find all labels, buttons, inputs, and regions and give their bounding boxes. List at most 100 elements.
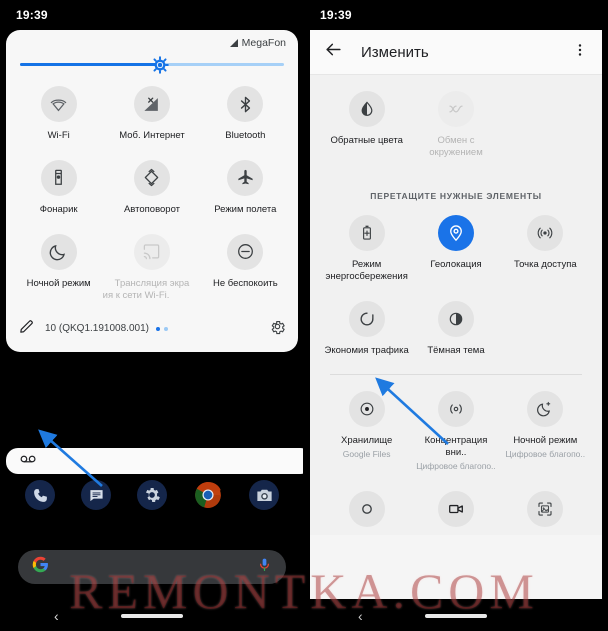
- edit-tiles-panel: Изменить Обратные цвета Обмен с окружени…: [310, 30, 602, 599]
- cast-label-line2: ия к сети Wi-Fi.: [102, 289, 170, 301]
- home-pill[interactable]: [121, 614, 183, 618]
- qs-tile-airplane-mode[interactable]: Режим полета: [199, 154, 292, 224]
- left-navigation-bar: ‹: [0, 601, 304, 631]
- chrome-app[interactable]: [193, 480, 223, 510]
- edit-tile-invert-colors[interactable]: Обратные цвета: [322, 85, 411, 167]
- qs-tile-mobile-data[interactable]: Моб. Интернет: [105, 80, 198, 150]
- microphone-icon[interactable]: [257, 557, 272, 577]
- edit-tile-screenshot[interactable]: [501, 485, 590, 535]
- settings-app[interactable]: [137, 480, 167, 510]
- build-version-text: 10 (QKQ1.191008.001): [45, 323, 149, 335]
- home-pill[interactable]: [425, 614, 487, 618]
- qs-tile-cast[interactable]: Трансляция экра ия к сети Wi-Fi.: [103, 228, 198, 301]
- carrier-name: MegaFon: [241, 37, 286, 49]
- edit-tile-dark-theme[interactable]: Тёмная тема: [411, 295, 500, 365]
- bedtime-icon: [527, 391, 564, 428]
- do-not-disturb-icon: [227, 233, 264, 270]
- brightness-icon[interactable]: [151, 55, 169, 74]
- qs-tile-label: Bluetooth: [225, 130, 266, 141]
- extra-tile-grid: Хранилище Google Files Концентрация вни.…: [316, 381, 596, 479]
- qs-tile-auto-rotate[interactable]: Автоповорот: [105, 154, 198, 224]
- storage-icon: [348, 391, 385, 428]
- page-indicator-dots: [155, 326, 168, 331]
- overflow-menu-icon[interactable]: [572, 42, 588, 63]
- right-navigation-bar: ‹: [304, 601, 608, 631]
- record-circle-icon: [348, 491, 385, 528]
- drag-section-header: ПЕРЕТАЩИТЕ НУЖНЫЕ ЭЛЕМЕНТЫ: [310, 178, 602, 205]
- quick-settings-sheet: MegaFon Wi-Fi Моб. Интернет Bluetooth Фо…: [6, 30, 298, 352]
- google-search-bar[interactable]: [18, 550, 286, 584]
- pencil-icon[interactable]: [18, 318, 35, 340]
- edit-tile-record[interactable]: [322, 485, 411, 535]
- edit-tile-placeholder2: [501, 295, 590, 365]
- edit-tile-focus-mode[interactable]: Концентрация вни.. Цифровое благопо..: [411, 385, 500, 479]
- qs-tile-bluetooth[interactable]: Bluetooth: [199, 80, 292, 150]
- auto-rotate-icon: [133, 159, 170, 196]
- edit-tile-label: Хранилище: [341, 435, 393, 447]
- qs-tile-label: Wi-Fi: [47, 130, 70, 141]
- back-chevron-icon[interactable]: ‹: [358, 608, 363, 624]
- bluetooth-icon: [227, 86, 264, 122]
- qs-tile-do-not-disturb[interactable]: Не беспокоить: [199, 228, 292, 298]
- camera-app[interactable]: [249, 480, 279, 510]
- data-saver-icon: [348, 300, 385, 337]
- cast-icon: [133, 233, 170, 270]
- quick-settings-footer: 10 (QKQ1.191008.001): [6, 312, 298, 348]
- edit-tile-label: Обмен с окружением: [429, 135, 483, 158]
- carrier-row: MegaFon: [6, 30, 298, 51]
- back-chevron-icon[interactable]: ‹: [54, 608, 59, 624]
- page-dot: [163, 326, 168, 331]
- edit-tile-screen-record[interactable]: [411, 485, 500, 535]
- messages-app[interactable]: [81, 480, 111, 510]
- edit-tile-label: Геолокация: [430, 258, 482, 270]
- edit-tile-hotspot[interactable]: Точка доступа: [501, 209, 590, 291]
- qs-tile-night-mode[interactable]: Ночной режим: [12, 228, 105, 298]
- left-status-bar: 19:39: [0, 0, 304, 30]
- quick-settings-tiles: Wi-Fi Моб. Интернет Bluetooth Фонарик Ав…: [6, 76, 298, 301]
- edit-tile-data-saver[interactable]: Экономия трафика: [322, 295, 411, 365]
- available-tiles-zone: Режим энергосбережения Геолокация Точка …: [310, 204, 602, 536]
- nearby-share-icon: [437, 91, 474, 127]
- phone-app[interactable]: [25, 480, 55, 510]
- edit-tile-label: Обратные цвета: [330, 135, 403, 146]
- edit-tile-nearby-share[interactable]: Обмен с окружением: [411, 85, 500, 167]
- edit-tile-sublabel: Google Files: [342, 449, 391, 460]
- top-tile-grid: Обратные цвета Обмен с окружением: [316, 85, 596, 167]
- edit-tile-label: Тёмная тема: [427, 344, 485, 356]
- signal-triangle-icon: [229, 39, 238, 47]
- page-title: Изменить: [361, 43, 429, 61]
- qs-tile-label: Режим полета: [214, 203, 277, 215]
- google-g-icon: [32, 556, 49, 578]
- edit-tile-bedtime[interactable]: Ночной режим Цифровое благопо..: [501, 385, 590, 479]
- location-pin-icon: [437, 214, 474, 251]
- qs-tile-label: Ночной режим: [26, 277, 91, 289]
- left-phone-screen: 19:39 MegaFon Wi-Fi Моб. Интернет Blueto…: [0, 0, 304, 631]
- right-phone-screen: 19:39 Изменить Обратные цвета Обмен с ок…: [304, 0, 608, 631]
- screenshot-stage: 19:39 MegaFon Wi-Fi Моб. Интернет Blueto…: [0, 0, 608, 631]
- back-arrow-icon[interactable]: [324, 40, 343, 64]
- partial-tile-grid: [316, 481, 596, 535]
- qs-tile-label: Не беспокоить: [212, 277, 278, 289]
- qs-tile-label: Моб. Интернет: [119, 130, 185, 141]
- brightness-slider[interactable]: [6, 51, 298, 76]
- home-dock: [0, 480, 304, 510]
- qs-tile-flashlight[interactable]: Фонарик: [12, 154, 105, 224]
- edit-tile-location[interactable]: Геолокация: [411, 209, 500, 291]
- tiles-divider: [330, 374, 582, 376]
- screen-record-icon: [437, 491, 474, 528]
- qs-tile-label: Фонарик: [39, 203, 78, 215]
- current-tiles-zone: Обратные цвета Обмен с окружением: [310, 75, 602, 179]
- status-clock: 19:39: [16, 8, 48, 22]
- edit-tile-storage[interactable]: Хранилище Google Files: [322, 385, 411, 479]
- edit-tile-battery-saver[interactable]: Режим энергосбережения: [322, 209, 411, 291]
- gear-icon[interactable]: [269, 318, 286, 340]
- edit-app-bar: Изменить: [310, 30, 602, 74]
- edit-tile-label: Концентрация вни..: [424, 435, 488, 459]
- panel-divider: [303, 0, 305, 631]
- edit-tile-sublabel: Цифровое благопо..: [416, 461, 496, 472]
- brightness-fill: [20, 63, 160, 66]
- dark-theme-icon: [437, 300, 474, 337]
- notification-shade-row[interactable]: [6, 448, 304, 474]
- qs-tile-wifi[interactable]: Wi-Fi: [12, 80, 105, 150]
- brightness-track: [20, 55, 284, 74]
